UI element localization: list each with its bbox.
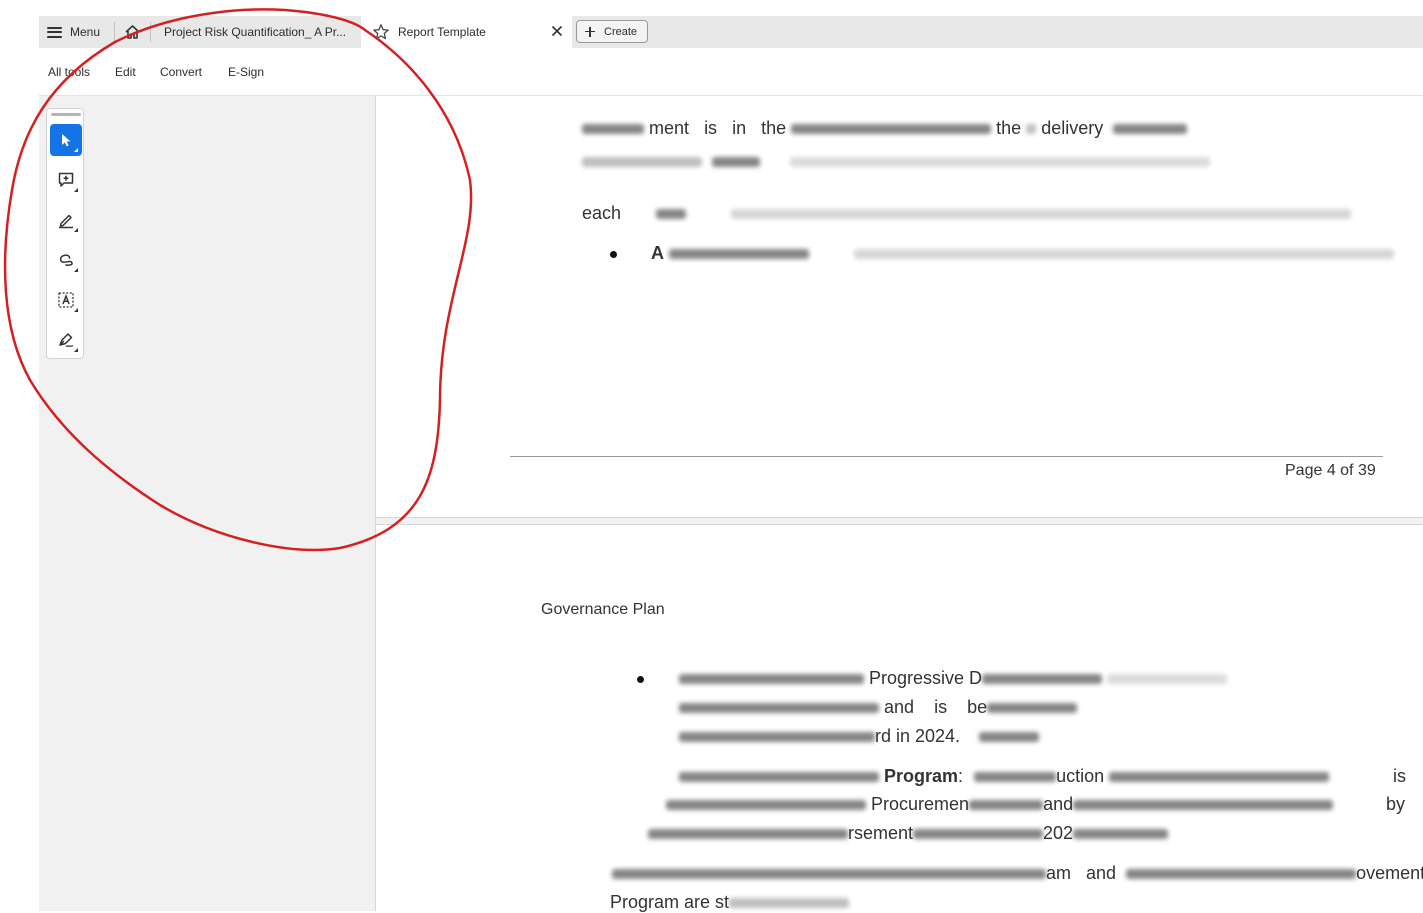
create-label: Create (604, 25, 638, 38)
tab-bar: Menu Project Risk Quantification_ A Pr..… (39, 16, 1423, 48)
expand-indicator (74, 268, 78, 272)
left-margin (0, 0, 39, 911)
cursor-icon (62, 134, 71, 147)
tab-report-template[interactable]: Report Template (361, 16, 572, 48)
page5-para-line2: Program are st (610, 892, 850, 913)
page5-bullet2-line3: rsement 202 (648, 823, 1169, 844)
menu-item-edit[interactable]: Edit (115, 65, 136, 79)
bullet (637, 676, 644, 683)
page-footer-rule (510, 456, 1383, 457)
page4-line1: ment is in the the delivery (582, 118, 1188, 139)
add-text-tool-button[interactable] (50, 284, 82, 316)
home-button[interactable] (121, 22, 143, 42)
page-number: Page 4 of 39 (1285, 462, 1376, 479)
highlight-tool-button[interactable] (50, 204, 82, 236)
sign-pen-icon (59, 333, 74, 348)
divider (114, 22, 115, 42)
page5-para-line1: am and ovement (612, 863, 1423, 884)
home-icon (124, 25, 140, 39)
menu-bar: All tools Edit Convert E-Sign (39, 48, 1423, 96)
create-button[interactable]: Create (576, 20, 648, 43)
menu-label: Menu (70, 25, 101, 39)
page4-bullet1: A (651, 243, 1395, 264)
drag-handle[interactable] (51, 113, 81, 116)
menu-item-convert[interactable]: Convert (160, 65, 202, 79)
divider (150, 22, 151, 42)
select-tool-button[interactable] (50, 124, 82, 156)
freehand-icon (59, 254, 73, 266)
page-separator (376, 517, 1423, 525)
expand-indicator (74, 228, 78, 232)
menu-item-all-tools[interactable]: All tools (48, 65, 90, 79)
menu-item-e-sign[interactable]: E-Sign (228, 65, 264, 79)
page5-bullet2-line2-end: by (1386, 794, 1406, 814)
page4-blur-line (582, 151, 1210, 172)
hamburger-icon (47, 26, 62, 38)
document-view[interactable]: ment is in the the delivery each A Page … (376, 96, 1423, 913)
page5-bullet2-line2: Procuremen and (666, 794, 1334, 815)
quick-tools-toolbar (46, 108, 84, 359)
text-box-icon (58, 292, 74, 308)
expand-indicator (74, 188, 78, 192)
tab-project-risk[interactable]: Project Risk Quantification_ A Pr... (153, 16, 361, 48)
page5-bullet1-line1: Progressive D (679, 668, 1228, 689)
page5-bullet1-line3: rd in 2024. (679, 726, 1040, 747)
fill-sign-tool-button[interactable] (50, 324, 82, 356)
page5-bullet2-line1-end: is (1393, 766, 1406, 786)
draw-tool-button[interactable] (50, 244, 82, 276)
page5-bullet2-line1: Program: uction (679, 766, 1330, 787)
pen-icon (59, 214, 73, 229)
comment-plus-icon (58, 172, 74, 187)
page4-line2: each (582, 203, 1352, 224)
plus-icon (585, 26, 595, 37)
page5-bullet1-line2: and is be (679, 697, 1078, 718)
expand-indicator (74, 308, 78, 312)
bullet (610, 251, 617, 258)
tools-panel (39, 96, 376, 911)
tab-label: Report Template (398, 25, 486, 39)
section-heading: Governance Plan (541, 601, 665, 618)
expand-indicator (74, 348, 78, 352)
expand-indicator (74, 148, 78, 152)
tab-label: Project Risk Quantification_ A Pr... (164, 25, 347, 39)
menu-button[interactable]: Menu (47, 16, 100, 48)
close-icon[interactable] (550, 24, 564, 38)
star-icon[interactable] (372, 23, 390, 41)
add-comment-tool-button[interactable] (50, 164, 82, 196)
